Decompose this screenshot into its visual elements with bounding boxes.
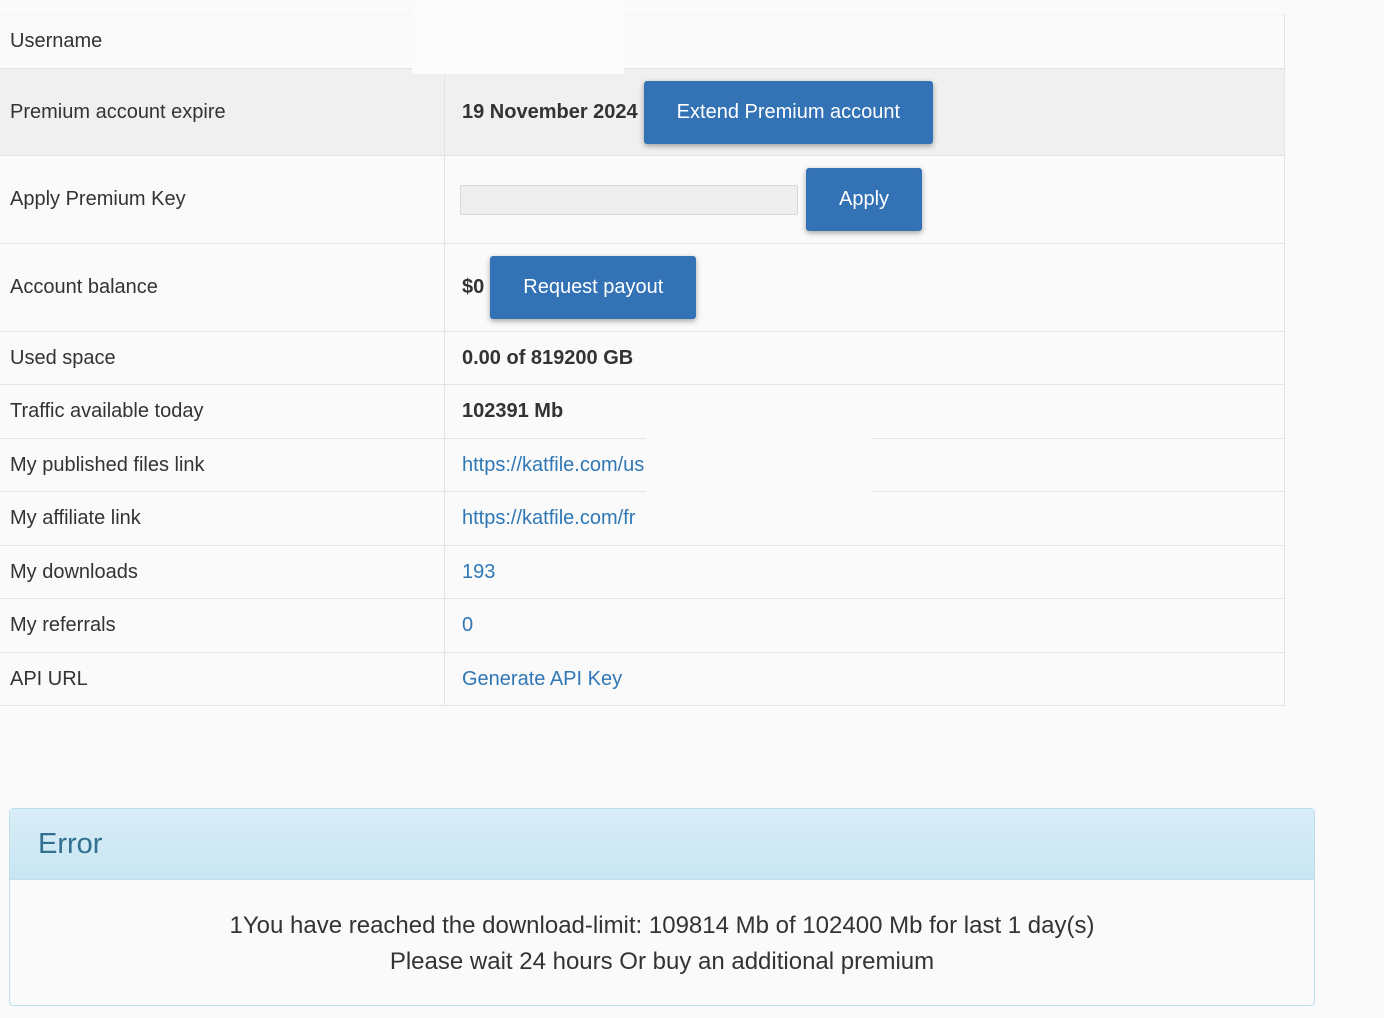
row-downloads: My downloads 193 — [0, 545, 1285, 599]
row-api-url: API URL Generate API Key — [0, 652, 1285, 706]
premium-key-input[interactable] — [460, 184, 798, 215]
account-table: Username Premium account expire 19 Novem… — [0, 14, 1285, 706]
affiliate-label: My affiliate link — [0, 491, 445, 546]
premium-expire-label: Premium account expire — [0, 68, 445, 156]
error-alert: Error 1You have reached the download-lim… — [9, 808, 1315, 1006]
username-redaction — [412, 0, 624, 74]
row-account-balance: Account balance $0 Request payout — [0, 243, 1285, 332]
published-label: My published files link — [0, 438, 445, 492]
row-published-link: My published files link https://katfile.… — [0, 438, 1285, 492]
links-redaction — [646, 437, 872, 545]
error-alert-title: Error — [10, 809, 1314, 880]
row-affiliate-link: My affiliate link https://katfile.com/fr — [0, 491, 1285, 546]
published-files-link[interactable]: https://katfile.com/us — [462, 454, 644, 476]
downloads-label: My downloads — [0, 545, 445, 599]
downloads-count-link[interactable]: 193 — [462, 561, 495, 583]
traffic-value: 102391 Mb — [444, 384, 1285, 439]
extend-premium-button[interactable]: Extend Premium account — [643, 80, 934, 144]
row-username: Username — [0, 14, 1285, 69]
apply-key-button[interactable]: Apply — [806, 168, 923, 231]
generate-api-key-link[interactable]: Generate API Key — [462, 668, 622, 690]
traffic-label: Traffic available today — [0, 384, 445, 439]
username-label: Username — [0, 14, 445, 69]
referrals-count-link[interactable]: 0 — [462, 614, 473, 636]
balance-label: Account balance — [0, 243, 445, 332]
premium-expire-date: 19 November 2024 — [462, 100, 638, 123]
api-url-label: API URL — [0, 652, 445, 706]
error-alert-body: 1You have reached the download-limit: 10… — [10, 880, 1314, 980]
error-message-line1: 1You have reached the download-limit: 10… — [229, 912, 1095, 939]
row-apply-key: Apply Premium Key Apply — [0, 155, 1285, 244]
row-used-space: Used space 0.00 of 819200 GB — [0, 331, 1285, 385]
referrals-label: My referrals — [0, 598, 445, 653]
affiliate-link[interactable]: https://katfile.com/fr — [462, 507, 635, 529]
request-payout-button[interactable]: Request payout — [490, 256, 697, 319]
error-message-line2: Please wait 24 hours Or buy an additiona… — [389, 948, 935, 975]
row-premium-expire: Premium account expire 19 November 2024 E… — [0, 68, 1285, 156]
apply-key-label: Apply Premium Key — [0, 155, 445, 244]
used-space-label: Used space — [0, 331, 445, 385]
row-traffic: Traffic available today 102391 Mb — [0, 384, 1285, 439]
row-referrals: My referrals 0 — [0, 598, 1285, 653]
balance-value: $0 — [462, 275, 485, 298]
used-space-value: 0.00 of 819200 GB — [444, 331, 1285, 385]
